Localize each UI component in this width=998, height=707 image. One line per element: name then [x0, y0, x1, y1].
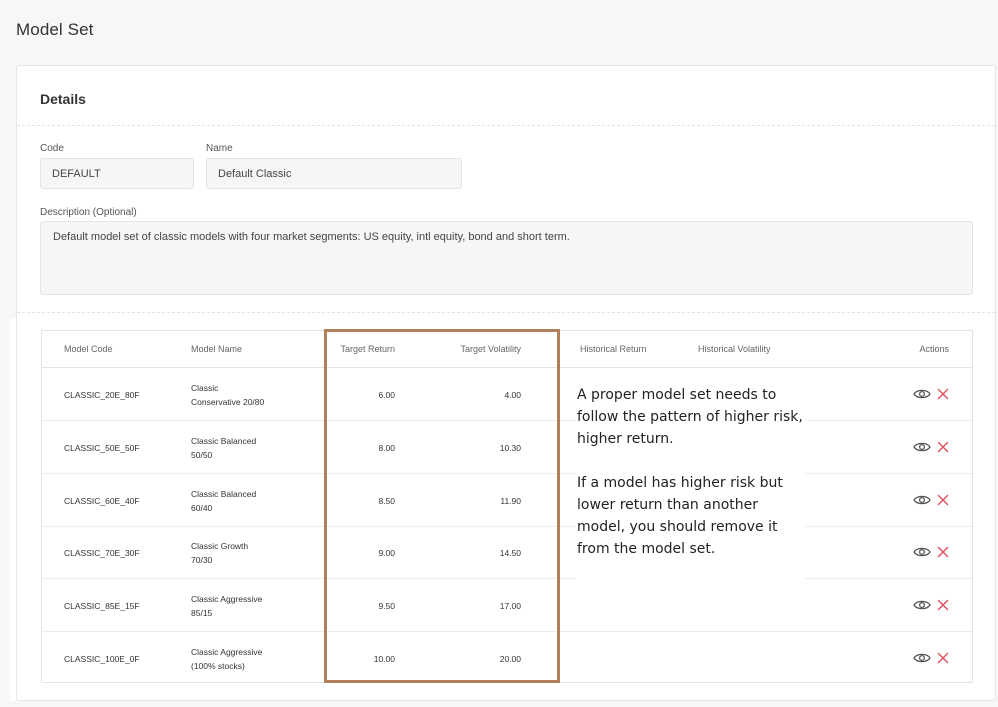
- model-code: CLASSIC_20E_80F: [64, 390, 140, 400]
- description-label: Description (Optional): [40, 207, 137, 218]
- model-name-line-1: Classic Growth: [191, 541, 249, 551]
- model-name-line-1: Classic Balanced: [191, 436, 257, 446]
- code-label: Code: [40, 143, 64, 154]
- model-code: CLASSIC_60E_40F: [64, 496, 140, 506]
- model-code: CLASSIC_70E_30F: [64, 548, 140, 558]
- eye-icon[interactable]: [913, 651, 931, 669]
- annotation-callout: A proper model set needs to follow the p…: [575, 382, 805, 580]
- col-model-name[interactable]: Model Name: [191, 344, 242, 354]
- close-icon[interactable]: [937, 440, 949, 458]
- model-code: CLASSIC_100E_0F: [64, 654, 140, 664]
- close-icon[interactable]: [937, 651, 949, 669]
- model-name-line-2: 70/30: [191, 555, 213, 565]
- model-code: CLASSIC_50E_50F: [64, 443, 140, 453]
- model-name: Classic Aggressive (100% stocks): [191, 645, 301, 673]
- close-icon[interactable]: [937, 545, 949, 563]
- model-name: Classic Conservative 20/80: [191, 381, 301, 409]
- close-icon[interactable]: [937, 387, 949, 405]
- section-divider: [17, 312, 995, 313]
- details-header: Details: [17, 66, 995, 126]
- model-name: Classic Aggressive 85/15: [191, 592, 301, 620]
- col-actions: Actions: [919, 344, 949, 354]
- name-label: Name: [206, 143, 233, 154]
- col-historical-return[interactable]: Historical Return: [580, 344, 647, 354]
- model-name: Classic Growth 70/30: [191, 539, 301, 567]
- col-model-code[interactable]: Model Code: [64, 344, 113, 354]
- col-historical-volatility[interactable]: Historical Volatility: [698, 344, 771, 354]
- page-title: Model Set: [16, 20, 94, 39]
- model-name: Classic Balanced 50/50: [191, 434, 301, 462]
- close-icon[interactable]: [937, 493, 949, 511]
- description-field[interactable]: Default model set of classic models with…: [40, 221, 973, 295]
- model-name-line-2: 50/50: [191, 450, 213, 460]
- details-title: Details: [40, 91, 86, 107]
- model-name: Classic Balanced 60/40: [191, 487, 301, 515]
- model-name-line-1: Classic Aggressive: [191, 647, 263, 657]
- model-name-line-2: 60/40: [191, 503, 213, 513]
- target-columns-highlight: [324, 329, 560, 683]
- model-name-line-1: Classic Aggressive: [191, 594, 263, 604]
- model-code: CLASSIC_85E_15F: [64, 601, 140, 611]
- eye-icon[interactable]: [913, 387, 931, 405]
- close-icon[interactable]: [937, 598, 949, 616]
- eye-icon[interactable]: [913, 440, 931, 458]
- model-name-line-2: Conservative 20/80: [191, 397, 265, 407]
- eye-icon[interactable]: [913, 598, 931, 616]
- annotation-paragraph-1: A proper model set needs to follow the p…: [577, 387, 803, 447]
- eye-icon[interactable]: [913, 545, 931, 563]
- code-field[interactable]: DEFAULT: [40, 158, 194, 189]
- annotation-paragraph-2: If a model has higher risk but lower ret…: [577, 475, 783, 557]
- model-name-line-1: Classic Balanced: [191, 489, 257, 499]
- eye-icon[interactable]: [913, 493, 931, 511]
- model-name-line-2: 85/15: [191, 608, 213, 618]
- model-name-line-1: Classic: [191, 383, 219, 393]
- model-name-line-2: (100% stocks): [191, 661, 245, 671]
- name-field[interactable]: Default Classic: [206, 158, 462, 189]
